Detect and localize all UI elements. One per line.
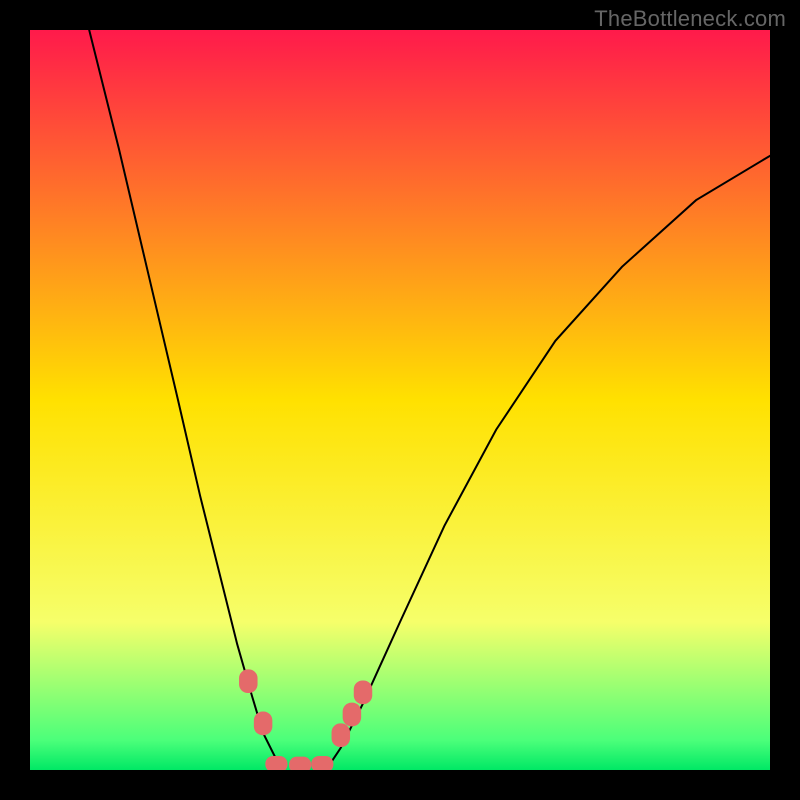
watermark-text: TheBottleneck.com xyxy=(594,6,786,32)
marker-pink-markers-bottom xyxy=(265,756,287,770)
marker-pink-markers-left xyxy=(239,669,257,693)
chart-stage: TheBottleneck.com xyxy=(0,0,800,800)
marker-pink-markers-right xyxy=(354,680,373,704)
marker-pink-markers-bottom xyxy=(289,757,311,770)
marker-pink-markers-left xyxy=(254,712,273,736)
chart-background xyxy=(30,30,770,770)
marker-pink-markers-bottom xyxy=(311,756,333,770)
chart-svg xyxy=(30,30,770,770)
marker-pink-markers-right xyxy=(343,703,362,727)
marker-pink-markers-right xyxy=(332,723,351,747)
chart-plot-area xyxy=(30,30,770,770)
